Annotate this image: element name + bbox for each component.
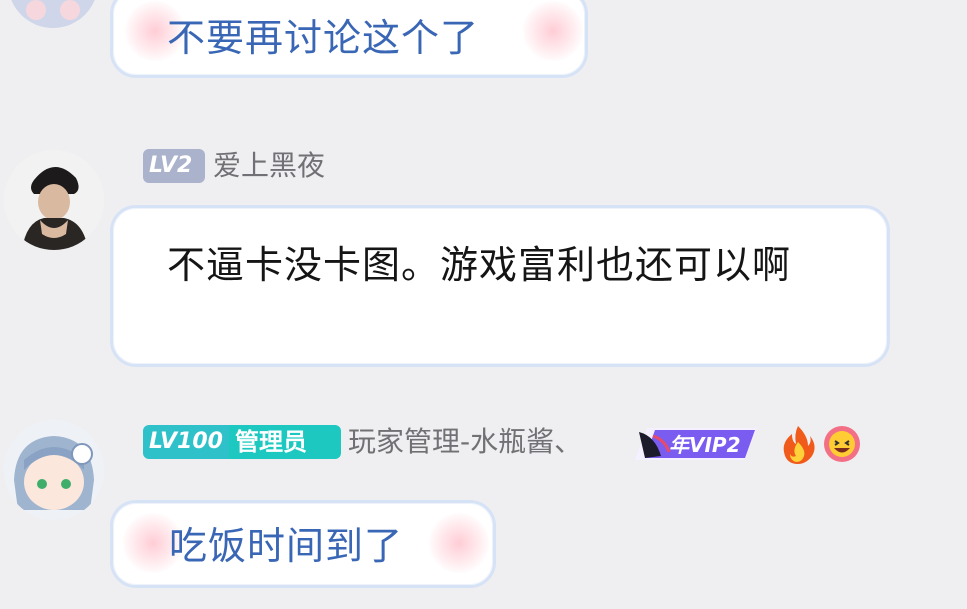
laughing-face-icon [822,424,862,464]
avatar-image [4,420,104,520]
level-badge: LV100 [143,425,229,459]
blush-decoration [429,513,489,573]
message-text: 吃饭时间到了 [169,524,404,568]
admin-role-badge: 管理员 [229,425,341,459]
message-bubble[interactable]: 不要再讨论这个了 [110,0,588,78]
blush-decoration [523,1,583,61]
message-bubble[interactable]: 不逼卡没卡图。游戏富利也还可以啊 [110,205,890,367]
avatar-image [4,150,104,250]
level-badge: LV2 [143,149,205,183]
vip-badge-icon: 年VIP2 [635,422,757,464]
avatar-image [11,0,95,28]
message-text: 不要再讨论这个了 [167,16,480,60]
sender-name[interactable]: 爱上黑夜 [213,149,325,183]
sender-name[interactable]: 玩家管理-水瓶酱、 [348,425,582,459]
avatar[interactable] [4,420,104,520]
avatar[interactable] [8,0,98,28]
message-text: 不逼卡没卡图。游戏富利也还可以啊 [167,243,792,287]
message-bubble[interactable]: 吃饭时间到了 [110,500,496,588]
fire-icon [778,424,818,464]
vip-text: 年VIP2 [669,433,741,457]
avatar[interactable] [4,150,104,250]
